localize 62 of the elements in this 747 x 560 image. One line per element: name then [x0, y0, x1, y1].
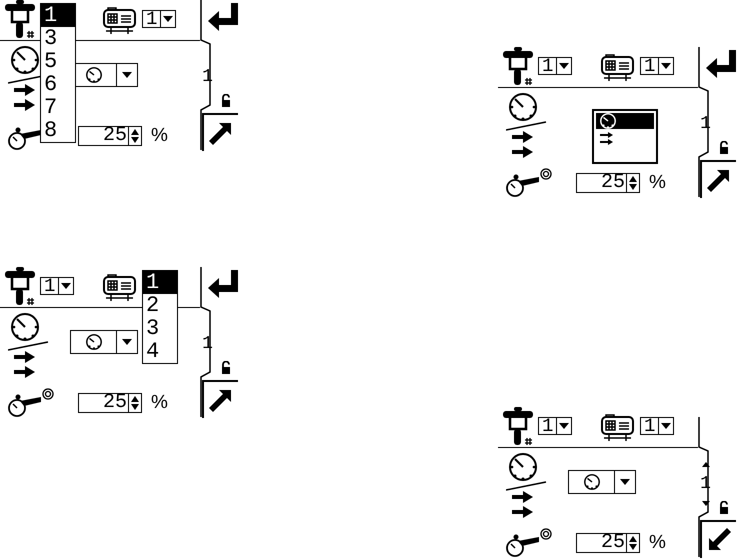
unit-label: % — [649, 172, 666, 194]
module-dropdown[interactable]: 1 — [142, 10, 176, 28]
list-option[interactable]: 3 — [41, 27, 75, 50]
caret-icon — [559, 423, 570, 429]
spinner-icon[interactable] — [131, 396, 139, 410]
list-option[interactable]: 3 — [143, 317, 177, 340]
spinner-icon[interactable] — [629, 176, 637, 190]
setpoint-field[interactable]: 25 — [78, 126, 142, 146]
gauge-icon — [582, 473, 600, 491]
arrows-icon — [599, 132, 615, 146]
caret-icon — [122, 72, 132, 78]
unit-label: % — [649, 532, 666, 554]
module-icon — [102, 6, 138, 34]
pump-icon — [4, 267, 36, 307]
caret-icon — [620, 479, 630, 485]
caret-icon — [163, 16, 174, 22]
edit-button[interactable] — [700, 520, 736, 558]
gauge-icon — [599, 112, 617, 130]
edit-button[interactable] — [202, 113, 238, 151]
pump-icon — [502, 407, 534, 447]
pump-dropdown[interactable]: 1 — [40, 277, 74, 295]
caret-icon — [661, 63, 672, 69]
gauge-flow-icon — [8, 312, 50, 380]
module-dropdown[interactable]: 1 — [640, 57, 674, 75]
gauge-flow-icon — [506, 92, 548, 160]
pump-icon — [4, 0, 36, 40]
scroll-up-icon[interactable] — [702, 462, 710, 467]
setpoint-field[interactable]: 25 — [576, 533, 640, 553]
pump-dropdown[interactable]: 1 — [538, 417, 572, 435]
list-option[interactable]: 2 — [143, 294, 177, 317]
module-icon — [600, 53, 636, 81]
gauge-icon — [84, 333, 102, 351]
module-icon — [600, 413, 636, 441]
gauge-flow-icon — [506, 452, 548, 520]
module-dropdown[interactable]: 1 — [640, 417, 674, 435]
edit-button[interactable] — [202, 380, 238, 418]
mode-dropdown[interactable] — [70, 330, 138, 354]
pump-dropdown[interactable]: 1 — [538, 57, 572, 75]
caret-icon — [559, 63, 570, 69]
module-icon — [102, 273, 138, 301]
pump-icon — [502, 47, 534, 87]
scroll-down-icon[interactable] — [702, 501, 710, 506]
setpoint-field[interactable]: 25 — [576, 173, 640, 193]
spinner-icon[interactable] — [131, 129, 139, 143]
list-option[interactable]: 5 — [41, 50, 75, 73]
setpoint-field[interactable]: 25 — [78, 393, 142, 413]
mode-dropdown[interactable] — [568, 470, 636, 494]
caret-icon — [61, 283, 72, 289]
list-option[interactable]: 8 — [41, 119, 75, 142]
spinner-icon[interactable] — [629, 536, 637, 550]
caret-icon — [661, 423, 672, 429]
unit-label: % — [151, 392, 168, 414]
mode-option[interactable] — [596, 113, 654, 129]
list-option[interactable]: 1 — [41, 4, 75, 27]
gauge-icon — [84, 66, 102, 84]
list-option[interactable]: 1 — [143, 271, 177, 294]
unit-label: % — [151, 125, 168, 147]
list-option[interactable]: 6 — [41, 73, 75, 96]
list-option[interactable]: 7 — [41, 96, 75, 119]
caret-icon — [122, 339, 132, 345]
edit-button[interactable] — [700, 160, 736, 198]
list-option[interactable]: 4 — [143, 340, 177, 363]
